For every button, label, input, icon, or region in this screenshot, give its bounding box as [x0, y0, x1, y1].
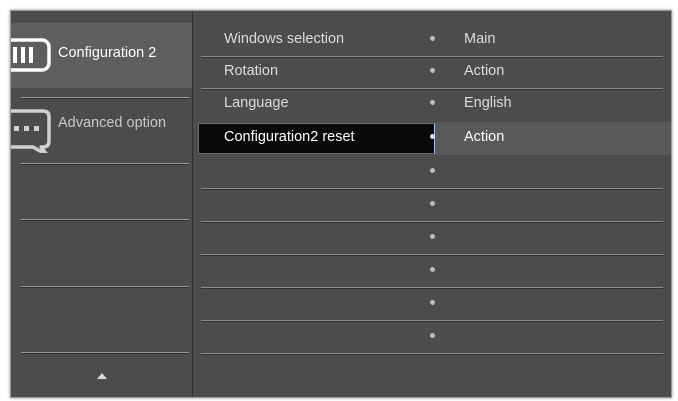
setting-value: English	[464, 95, 512, 111]
setting-row-empty[interactable]	[193, 156, 671, 189]
monitor-icon	[11, 37, 51, 78]
bullet-icon	[430, 234, 435, 239]
setting-row-empty[interactable]	[193, 222, 671, 255]
setting-value: Action	[464, 63, 505, 79]
setting-row-empty[interactable]	[193, 189, 671, 222]
setting-value: Action	[464, 129, 505, 145]
setting-row-empty[interactable]	[193, 288, 671, 321]
bullet-icon	[430, 68, 435, 73]
sidebar-divider	[21, 352, 189, 353]
bullet-icon	[430, 201, 435, 206]
setting-name: Rotation	[224, 63, 279, 79]
bullet-icon	[430, 333, 435, 338]
bullet-icon	[430, 100, 435, 105]
setting-row-windows-selection[interactable]: Windows selection Main	[193, 24, 671, 57]
sidebar-item-label: Advanced option	[58, 115, 167, 131]
row-divider	[201, 353, 663, 354]
sidebar-item-advanced-option[interactable]: Advanced option	[11, 97, 192, 162]
sidebar-item-label: Configuration 2	[58, 45, 157, 61]
setting-row-language[interactable]: Language English	[193, 88, 671, 121]
chat-bubble-icon	[11, 107, 55, 158]
sidebar-divider	[21, 163, 189, 164]
setting-row-empty[interactable]	[193, 255, 671, 288]
setting-name: Language	[224, 95, 289, 111]
sidebar-divider	[21, 219, 189, 220]
bullet-icon	[430, 36, 435, 41]
bullet-icon	[430, 134, 435, 139]
setting-row-configuration2-reset[interactable]: Configuration2 reset Action	[193, 122, 671, 155]
settings-panel: Windows selection Main Rotation Action L…	[193, 11, 671, 397]
setting-row-empty[interactable]	[193, 321, 671, 354]
bullet-icon	[430, 300, 435, 305]
sidebar-item-configuration-2[interactable]: Configuration 2	[11, 23, 192, 88]
up-arrow-icon[interactable]	[97, 373, 107, 379]
setting-name: Configuration2 reset	[224, 129, 355, 145]
bullet-icon	[430, 267, 435, 272]
bullet-icon	[430, 168, 435, 173]
setting-name: Windows selection	[224, 31, 345, 47]
sidebar: Configuration 2 Advanced option	[11, 11, 193, 397]
setting-value: Main	[464, 31, 496, 47]
osd-screen: Configuration 2 Advanced option Windows …	[10, 10, 672, 398]
setting-row-rotation[interactable]: Rotation Action	[193, 56, 671, 89]
sidebar-divider	[21, 286, 189, 287]
